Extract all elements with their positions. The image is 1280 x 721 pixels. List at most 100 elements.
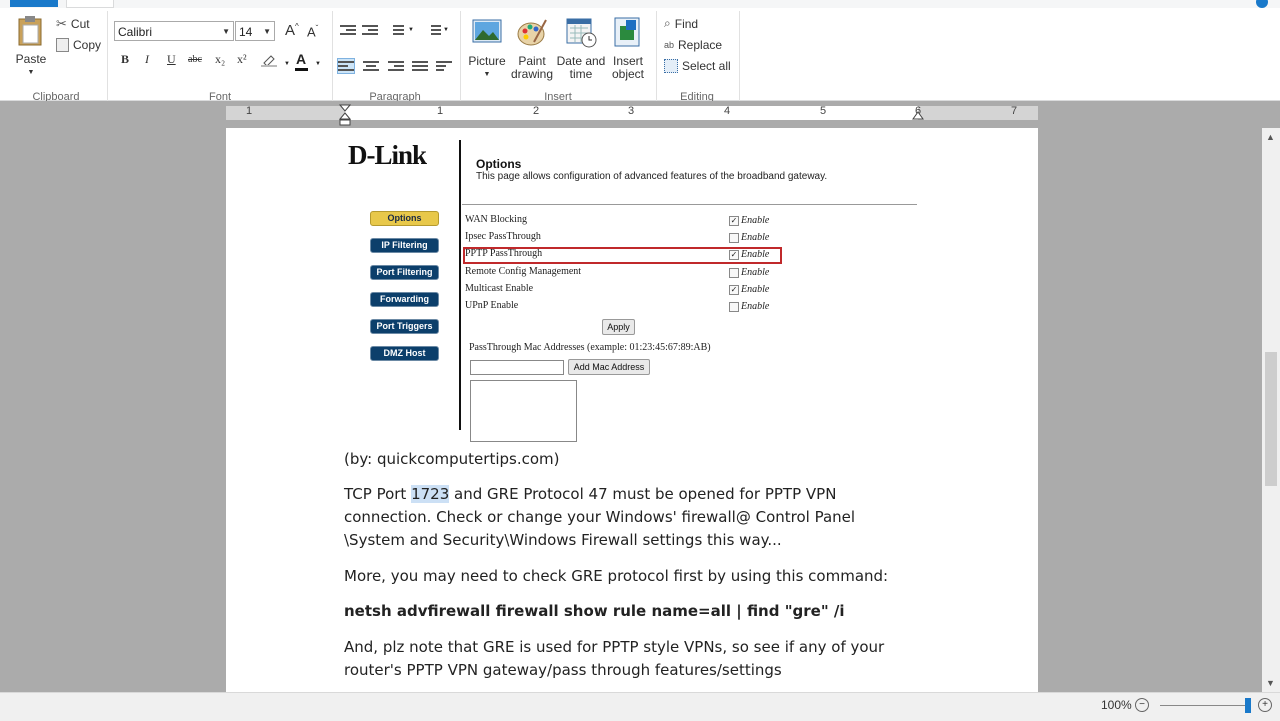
router-apply-button: Apply bbox=[602, 319, 635, 335]
router-nav-ip-filtering: IP Filtering bbox=[370, 238, 439, 253]
zoom-level: 100% bbox=[1101, 698, 1132, 712]
paragraph-1-text: TCP Port bbox=[344, 485, 412, 503]
document-page[interactable]: D-Link Options This page allows configur… bbox=[226, 128, 1038, 692]
insert-object-icon bbox=[614, 17, 640, 47]
router-option-label: Ipsec PassThrough bbox=[465, 231, 541, 243]
chevron-down-icon[interactable]: ▼ bbox=[408, 27, 414, 33]
scrollbar-thumb[interactable] bbox=[1265, 352, 1277, 486]
date-time-label-2: time bbox=[569, 67, 593, 81]
highlight-color-icon[interactable] bbox=[261, 53, 277, 67]
zoom-slider-track[interactable] bbox=[1160, 705, 1250, 706]
paste-button[interactable]: Paste ▼ bbox=[14, 14, 48, 79]
router-nav-options: Options bbox=[370, 211, 439, 226]
router-option-checkbox: ✓ bbox=[729, 284, 739, 295]
line-spacing-icon[interactable] bbox=[425, 23, 441, 37]
ruler-number: 1 bbox=[246, 105, 253, 117]
zoom-in-icon[interactable]: + bbox=[1258, 698, 1272, 712]
insert-object-button[interactable]: Insert object bbox=[608, 16, 648, 81]
scroll-down-icon[interactable]: ▼ bbox=[1266, 678, 1275, 688]
paragraph-settings-icon[interactable] bbox=[436, 59, 452, 73]
add-mac-address-button: Add Mac Address bbox=[568, 359, 650, 375]
router-nav-dmz-host: DMZ Host bbox=[370, 346, 439, 361]
subscript-button[interactable]: x₂ bbox=[215, 52, 225, 67]
select-all-button[interactable]: Select all bbox=[664, 59, 731, 73]
chevron-down-icon[interactable]: ▼ bbox=[284, 61, 290, 67]
chevron-down-icon: ▼ bbox=[263, 27, 271, 36]
decrease-indent-icon[interactable] bbox=[340, 23, 356, 37]
align-right-button[interactable] bbox=[388, 59, 404, 73]
group-divider bbox=[332, 11, 333, 103]
text-color-icon[interactable]: A bbox=[296, 51, 306, 67]
font-family-select[interactable]: Calibri ▼ bbox=[114, 21, 234, 41]
increase-indent-icon[interactable] bbox=[362, 23, 378, 37]
italic-button[interactable]: I bbox=[145, 52, 149, 67]
router-option-label: Multicast Enable bbox=[465, 282, 534, 294]
select-all-icon bbox=[664, 59, 678, 73]
date-time-button[interactable]: Date and time bbox=[556, 16, 606, 81]
right-indent-marker-icon[interactable] bbox=[912, 110, 924, 124]
find-button[interactable]: ⌕ Find bbox=[664, 16, 698, 31]
router-option-label: Remote Config Management bbox=[465, 265, 582, 277]
underline-button[interactable]: U bbox=[167, 52, 176, 67]
picture-icon bbox=[472, 19, 502, 43]
select-all-label: Select all bbox=[682, 59, 731, 73]
grow-font-icon[interactable]: A^ bbox=[285, 22, 299, 39]
status-bar bbox=[0, 692, 1280, 721]
zoom-slider-thumb[interactable] bbox=[1245, 698, 1251, 713]
font-size-select[interactable]: 14 ▼ bbox=[235, 21, 275, 41]
ruler-left-margin bbox=[226, 106, 345, 120]
router-option-label: WAN Blocking bbox=[465, 214, 527, 225]
chevron-down-icon: ▼ bbox=[222, 27, 230, 36]
bold-button[interactable]: B bbox=[121, 52, 129, 67]
ruler-number: 5 bbox=[820, 105, 827, 117]
options-title: Options bbox=[476, 157, 522, 171]
ribbon: Paste ▼ ✂ Cut Copy Clipboard Calibri ▼ 1… bbox=[0, 8, 1280, 103]
strikethrough-button[interactable]: abc bbox=[188, 54, 202, 65]
scroll-up-icon[interactable]: ▲ bbox=[1266, 132, 1275, 142]
router-option-enable-label: Enable bbox=[741, 301, 770, 312]
ruler-number: 2 bbox=[533, 105, 540, 117]
picture-button[interactable]: Picture ▼ bbox=[467, 16, 507, 81]
group-divider bbox=[739, 11, 740, 103]
router-option-checkbox bbox=[729, 267, 739, 278]
indent-marker-icon[interactable] bbox=[338, 104, 352, 129]
chevron-down-icon[interactable]: ▼ bbox=[315, 61, 321, 67]
chevron-down-icon: ▼ bbox=[483, 71, 491, 78]
paste-label: Paste bbox=[15, 52, 47, 66]
tab-file[interactable] bbox=[10, 0, 58, 7]
command-text: netsh advfirewall firewall show rule nam… bbox=[344, 602, 845, 620]
justify-button[interactable] bbox=[412, 59, 428, 73]
router-option-enable-label: Enable bbox=[741, 232, 770, 244]
router-nav-forwarding: Forwarding bbox=[370, 292, 439, 307]
copy-button[interactable]: Copy bbox=[56, 38, 101, 52]
font-family-value: Calibri bbox=[118, 25, 153, 39]
shrink-font-icon[interactable]: Aˇ bbox=[307, 24, 318, 39]
replace-label: Replace bbox=[678, 38, 723, 52]
align-center-button[interactable] bbox=[363, 59, 379, 73]
selected-text: 1723 bbox=[411, 485, 450, 503]
router-option-label: UPnP Enable bbox=[465, 300, 519, 311]
paragraph-4-line-1: And, plz note that GRE is used for PPTP … bbox=[344, 638, 885, 656]
chevron-down-icon[interactable]: ▼ bbox=[443, 27, 449, 33]
superscript-button[interactable]: x² bbox=[237, 52, 247, 67]
router-option-enable-label: Enable bbox=[741, 266, 770, 278]
font-size-value: 14 bbox=[239, 25, 253, 39]
calendar-clock-icon bbox=[566, 18, 597, 48]
group-divider bbox=[107, 11, 108, 103]
group-divider bbox=[460, 11, 461, 103]
dlink-logo: D-Link bbox=[348, 140, 427, 170]
paragraph-1-text: and GRE Protocol 47 must be opened for P… bbox=[449, 485, 837, 503]
paste-icon bbox=[18, 16, 42, 46]
paint-drawing-button[interactable]: Paint drawing bbox=[509, 16, 555, 81]
tab-view[interactable] bbox=[120, 0, 160, 7]
cut-button[interactable]: ✂ Cut bbox=[56, 16, 90, 32]
tab-home[interactable] bbox=[66, 0, 114, 8]
router-nav-port-filtering: Port Filtering bbox=[370, 265, 439, 280]
bullet-list-icon[interactable] bbox=[388, 23, 404, 37]
replace-button[interactable]: ab Replace bbox=[664, 38, 722, 52]
align-left-button[interactable] bbox=[337, 58, 355, 74]
router-option-checkbox: ✓ bbox=[729, 216, 739, 226]
zoom-out-icon[interactable]: − bbox=[1135, 698, 1149, 712]
text-color-bar bbox=[295, 68, 308, 71]
paint-label-2: drawing bbox=[510, 67, 554, 81]
